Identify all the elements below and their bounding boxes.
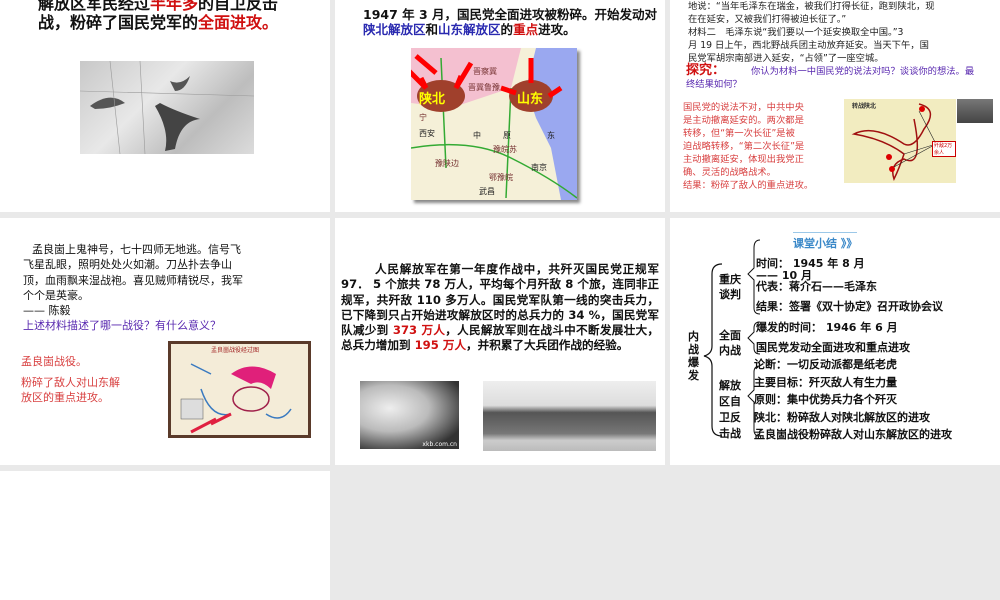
slide-thumbnail-5[interactable]: 人民解放军在第一年度作战中，共歼灭国民党正规军 97． 5 个旅共 78 万人，… <box>335 218 665 465</box>
material-text: 地说：“当年毛泽东在瑞金，被我们打得长征，跑到陕北，现 在在延安，又被我们打得被… <box>688 0 935 65</box>
text-line: 是主动撤离延安的。两次都是 <box>683 115 804 126</box>
item: 爆发的时间： 1946 年 6 月 <box>756 321 898 334</box>
item: 陕北：粉碎敌人对陕北解放区的进攻 <box>754 410 930 424</box>
text-line: 材料二 毛泽东说“我们要以一个延安换取全中国。”3 <box>688 27 904 38</box>
answer-text: 国民党的说法不对，中共中央 是主动撤离延安的。两次都是 转移，但“第一次长征”是被迫… <box>683 101 813 192</box>
branch-label: 全面内战 <box>719 329 741 357</box>
menglianggu-battle-map: 孟良崮战役经过图 <box>168 341 311 438</box>
branch-label: 解放区自卫反击战 <box>719 379 741 440</box>
question: 你认为材料一中国民党的说法对吗？谈谈你的想法。最终结果如何？ <box>686 66 975 90</box>
slide-text: 1947 年 3 月，国民党全面进攻被粉碎。开始发动对 陕北解放区和山东解放区的… <box>363 7 657 37</box>
branch-label: 重庆谈判 <box>719 273 741 301</box>
map-label: 南京 <box>531 163 547 172</box>
slide-thumbnail-3[interactable]: 地说：“当年毛泽东在瑞金，被我们打得长征，跑到陕北，现 在在延安，又被我们打得被… <box>670 0 1000 212</box>
map-label: 豫皖苏 <box>493 145 517 154</box>
highlight: 山东解放区 <box>438 22 501 37</box>
text-line: 飞星乱眼，照明处处火如潮。刀丛扑去争山 <box>23 258 232 272</box>
map-label: 晋冀鲁豫 <box>468 83 500 92</box>
artillery-photo: xkb.com.cn <box>360 381 459 449</box>
shaanbei-map-image: 转战陕北 歼敌2万余人 <box>844 99 956 183</box>
branch-items: 论断：一切反动派都是纸老虎 主要目标：歼灭敌人有生力量 原则：集中优势兵力各个歼灭陕… <box>754 356 952 444</box>
highlight: 373 万人 <box>392 323 446 338</box>
item: 原则：集中优势兵力各个歼灭 <box>754 393 897 406</box>
summary-paragraph: 人民解放军在第一年度作战中，共歼灭国民党正规军 97． 5 个旅共 78 万人，… <box>341 262 659 354</box>
text: 的自卫反击 <box>198 0 279 13</box>
text-line: 主动撤离延安，体现出我党正 <box>683 154 804 165</box>
slide-thumbnail-2[interactable]: 1947 年 3 月，国民党全面进攻被粉碎。开始发动对 陕北解放区和山东解放区的… <box>335 0 665 212</box>
text-line: 顶，血雨飘来湿战袍。喜见贼师精锐尽，我军 <box>23 273 243 287</box>
slide-thumbnail-4[interactable]: 孟良崮上鬼神号，七十四师无地逃。信号飞飞星乱眼，照明处处火如潮。刀丛扑去争山 顶，… <box>0 218 330 465</box>
explore-label: 探究： <box>686 63 726 78</box>
text-line: 地说：“当年毛泽东在瑞金，被我们打得长征，跑到陕北，现 <box>688 1 935 12</box>
item: 国民党发动全面进攻和重点进攻 <box>756 341 910 354</box>
map-label: 陕北 <box>419 92 446 107</box>
item: 结果：签署《双十协定》召开政协会议 <box>756 300 943 313</box>
text-line: 孟良崮战役。 <box>21 355 87 368</box>
highlight: 陕北解放区 <box>363 22 426 37</box>
explore-question: 探究： 你认为材料一中国民党的说法对吗？谈谈你的想法。最终结果如何？ <box>686 64 976 91</box>
map-tag: 歼敌2万余人 <box>932 141 956 157</box>
map-label: 武昌 <box>479 187 495 196</box>
text-line: 放区的重点进攻。 <box>21 391 109 404</box>
text-line: 粉碎了敌人对山东解 <box>21 376 120 389</box>
text-line: 个个是英豪。 <box>23 288 89 302</box>
text-line: 迫战略转移，“第二次长征”是 <box>683 141 805 152</box>
map-label: 宁 <box>419 113 427 122</box>
answer-text: 孟良崮战役。 粉碎了敌人对山东解 放区的重点进攻。 <box>21 354 120 405</box>
cavalry-photo <box>483 381 656 451</box>
text-line: 结果：粉碎了敌人的重点进攻。 <box>683 180 814 191</box>
watermark: xkb.com.cn <box>422 441 457 448</box>
text: 战，粉碎了国民党军的 <box>38 13 199 32</box>
text-line: —— 陈毅 <box>23 304 71 318</box>
slide-title: 解放区军民经过半年多的自卫反击 战，粉碎了国民党军的全面进攻。 <box>38 0 278 32</box>
text: ，并积累了大兵团作战的经验。 <box>466 338 629 353</box>
map-label: 东 <box>547 131 555 140</box>
text: 解放区军民经过 <box>38 0 151 13</box>
item: 代表：蒋介石——毛泽东 <box>756 280 877 293</box>
map-label: 原 <box>503 131 511 140</box>
text-line: 月 19 日上午，西北野战兵团主动放弃延安。当天下午，国 <box>688 40 929 51</box>
text-line: 国民党的说法不对，中共中央 <box>683 102 804 113</box>
map-label: 晋察冀 <box>473 67 497 76</box>
key-offensive-map: 陕北 山东 晋察冀 晋冀鲁豫 宁 西安 中 原 东 豫皖苏 豫陕边 鄂豫皖 南京… <box>411 48 577 200</box>
poem-text: 孟良崮上鬼神号，七十四师无地逃。信号飞飞星乱眼，照明处处火如潮。刀丛扑去争山 顶，… <box>23 242 243 334</box>
map-label: 西安 <box>419 129 435 138</box>
photo-image <box>957 99 993 123</box>
slide-thumbnail-6[interactable]: 课堂小结 》》 内战爆发 重庆谈判 全面内战 解放区自卫反击战 时间： 1945… <box>670 218 1000 465</box>
branch-items: 爆发的时间： 1946 年 6 月 国民党发动全面进攻和重点进攻 <box>756 318 910 358</box>
highlight: 重点 <box>513 22 539 37</box>
text-line: 在在延安，又被我们打得被迫长征了。” <box>688 14 847 25</box>
item: 孟良崮战役粉碎敌人对山东解放区的进攻 <box>754 428 952 441</box>
text-line: 转移，但“第一次长征”是被 <box>683 128 795 139</box>
map-label: 豫陕边 <box>435 159 459 168</box>
text: 和 <box>425 22 439 37</box>
branch-items: 时间： 1945 年 8 月—— 10 月 代表：蒋介石——毛泽东 结果：签署《… <box>756 258 943 318</box>
item: 主要目标：歼灭敌人有生力量 <box>754 375 897 389</box>
question: 上述材料描述了哪一战役？有什么意义？ <box>23 319 221 333</box>
item: 论断：一切反动派都是纸老虎 <box>754 358 897 371</box>
text: 1947 年 3 月，国民党全面进攻被粉碎。开始发动对 <box>363 7 658 22</box>
war-map-image <box>80 61 254 154</box>
text-line: 确、灵活的战略战术。 <box>683 167 776 178</box>
slide-thumbnail-1[interactable]: 解放区军民经过半年多的自卫反击 战，粉碎了国民党军的全面进攻。 <box>0 0 330 212</box>
map-label: 山东 <box>517 92 544 107</box>
text: 的 <box>500 22 514 37</box>
slide-thumbnail-7[interactable] <box>0 471 330 600</box>
map-label: 中 <box>473 131 481 140</box>
highlight: 半年多 <box>150 0 199 13</box>
highlight: 全面进攻。 <box>198 13 279 32</box>
map-label: 鄂豫皖 <box>489 173 513 182</box>
highlight: 195 万人 <box>414 338 467 353</box>
text-line: 孟良崮上鬼神号，七十四师无地逃。信号飞 <box>32 243 241 256</box>
text: 进攻。 <box>538 22 576 37</box>
